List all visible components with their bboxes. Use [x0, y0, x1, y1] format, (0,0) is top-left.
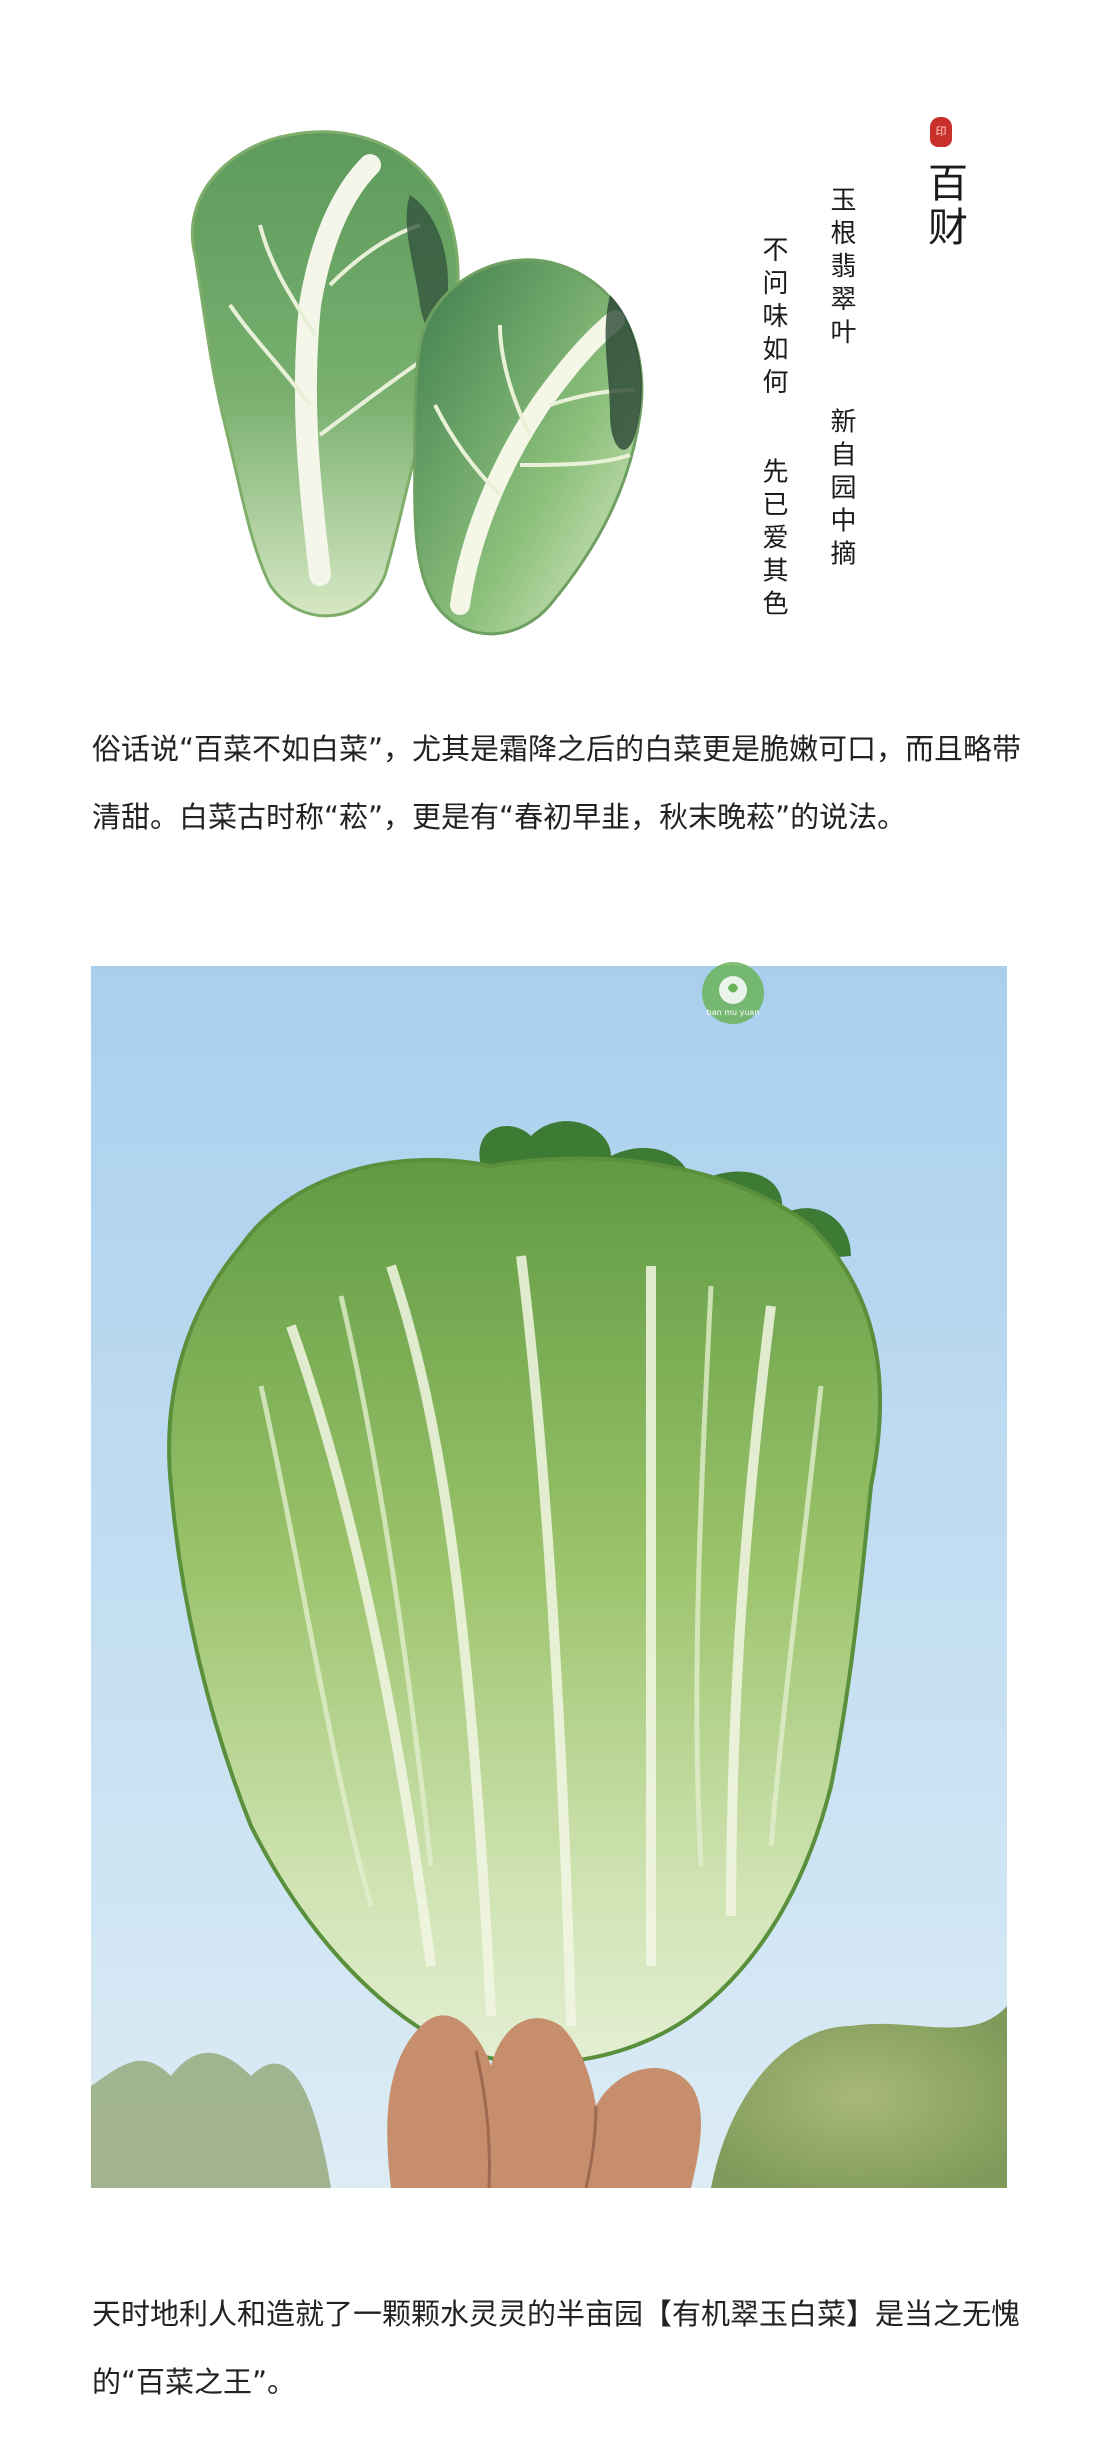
poem-line-1-second-half: 新自园中摘 [826, 407, 856, 573]
cabbage-illustration [190, 130, 644, 636]
poem-line-2-first-half: 不问味如何 [758, 236, 788, 401]
poem-line-1-first-half: 玉根翡翠叶 [826, 186, 856, 351]
closing-paragraph: 天时地利人和造就了一颗颗水灵灵的半亩园【有机翠玉白菜】是当之无愧的“百菜之王”。 [92, 2297, 1021, 2399]
ban-mu-yuan-watermark-logo: ban mu yuan [702, 962, 764, 1024]
red-seal-stamp: 印 [930, 117, 952, 147]
poem-line-2-second-half: 先已爱其色 [758, 457, 788, 623]
cabbage-photo [91, 966, 1007, 2188]
intro-paragraph: 俗话说“百菜不如白菜”，尤其是霜降之后的白菜更是脆嫩可口，而且略带清甜。白菜古时… [92, 732, 1022, 834]
poem-line-1: 玉根翡翠叶 新自园中摘 [826, 186, 856, 573]
watermark-text: ban mu yuan [707, 1008, 760, 1017]
poem-line-2: 不问味如何 先已爱其色 [758, 236, 788, 623]
poem-title: 百财 [921, 162, 967, 250]
